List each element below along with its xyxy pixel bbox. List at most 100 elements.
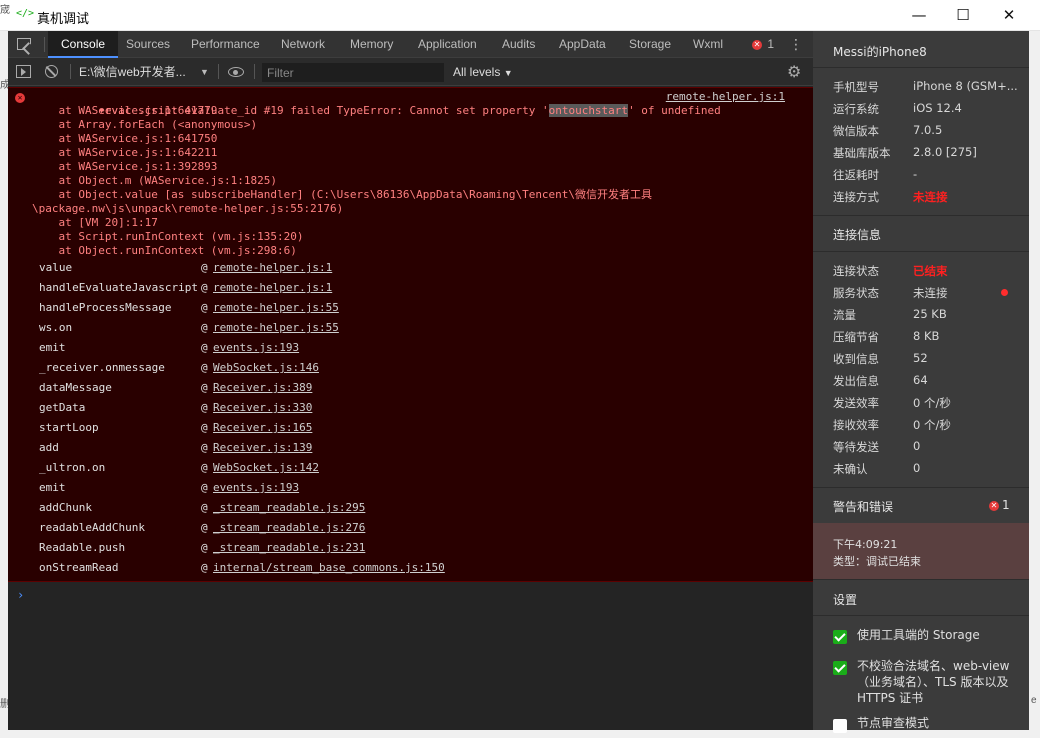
more-options-icon[interactable]: ⋮ bbox=[788, 36, 804, 52]
device-info-value: iOS 12.4 bbox=[913, 101, 962, 115]
device-info-key: 运行系统 bbox=[833, 102, 879, 116]
frame-source-link[interactable]: Receiver.js:330 bbox=[213, 398, 312, 418]
connection-info-value: 0 bbox=[913, 461, 921, 475]
frame-source-link[interactable]: remote-helper.js:55 bbox=[213, 318, 339, 338]
frame-function: _ultron.on bbox=[39, 461, 106, 474]
error-icon: ✕ bbox=[989, 501, 999, 511]
device-info-value: 7.0.5 bbox=[913, 123, 943, 137]
error-message: ✕ ▾eval script evaluate_id #19 failed Ty… bbox=[8, 87, 813, 582]
divider bbox=[813, 251, 1029, 252]
settings-title: 设置 bbox=[833, 593, 858, 607]
frame-source-link[interactable]: events.js:193 bbox=[213, 338, 299, 358]
maximize-button[interactable]: ☐ bbox=[940, 0, 986, 31]
frame-at-symbol: @ bbox=[201, 381, 208, 394]
frame-source-link[interactable]: remote-helper.js:1 bbox=[213, 278, 332, 298]
warnings-errors-title[interactable]: 警告和错误 bbox=[833, 498, 893, 515]
stack-line: at [VM 20]:1:17 bbox=[32, 216, 158, 229]
error-source-link[interactable]: remote-helper.js:1 bbox=[666, 90, 785, 103]
title-bar: </> 真机调试 — ☐ ✕ bbox=[0, 0, 1040, 31]
divider bbox=[218, 64, 219, 79]
background-app-right: e bbox=[1029, 31, 1040, 738]
divider bbox=[813, 67, 1029, 68]
frame-source-link[interactable]: internal/stream_base_commons.js:150 bbox=[213, 558, 445, 578]
frame-source-link[interactable]: remote-helper.js:55 bbox=[213, 298, 339, 318]
frame-at-symbol: @ bbox=[201, 301, 208, 314]
alert-type: 类型：调试已结束 bbox=[833, 555, 921, 568]
error-counter[interactable]: ✕ 1 bbox=[752, 31, 774, 58]
connection-info-key: 连接状态 bbox=[833, 264, 879, 278]
tab-wxml[interactable]: Wxml bbox=[693, 31, 723, 58]
frame-at-symbol: @ bbox=[201, 561, 208, 574]
frame-source-link[interactable]: WebSocket.js:142 bbox=[213, 458, 319, 478]
show-sidebar-icon[interactable] bbox=[16, 65, 31, 78]
console-settings-gear-icon[interactable]: ⚙ bbox=[787, 63, 801, 81]
live-expression-eye-icon[interactable] bbox=[228, 67, 244, 77]
tab-sources[interactable]: Sources bbox=[126, 31, 170, 58]
frame-source-link[interactable]: _stream_readable.js:295 bbox=[213, 498, 365, 518]
connection-info-value: 0 个/秒 bbox=[913, 418, 951, 432]
frame-source-link[interactable]: Receiver.js:165 bbox=[213, 418, 312, 438]
frame-function: add bbox=[39, 441, 59, 454]
device-info-key: 基础库版本 bbox=[833, 146, 891, 160]
tab-application[interactable]: Application bbox=[418, 31, 477, 58]
frame-source-link[interactable]: remote-helper.js:1 bbox=[213, 258, 332, 278]
connection-info-key: 发送效率 bbox=[833, 396, 879, 410]
tab-audits[interactable]: Audits bbox=[502, 31, 535, 58]
frame-function: ws.on bbox=[39, 321, 73, 334]
frame-at-symbol: @ bbox=[201, 541, 208, 554]
connection-info-value: 64 bbox=[913, 373, 928, 387]
tab-console[interactable]: Console bbox=[48, 31, 119, 58]
frame-function: onStreamRead bbox=[39, 561, 119, 574]
frame-source-link[interactable]: _stream_readable.js:231 bbox=[213, 538, 365, 558]
background-text: 宬 bbox=[0, 5, 10, 16]
filter-input[interactable] bbox=[262, 63, 444, 82]
connection-info-value: 8 KB bbox=[913, 329, 940, 343]
device-info-value: 未连接 bbox=[913, 190, 948, 204]
frame-source-link[interactable]: events.js:193 bbox=[213, 478, 299, 498]
background-app-left: 宬 成 删 bbox=[0, 5, 10, 738]
error-count: 1 bbox=[767, 37, 775, 51]
frame-source-link[interactable]: Receiver.js:139 bbox=[213, 438, 312, 458]
error-icon: ✕ bbox=[15, 93, 25, 103]
console-toolbar: E:\微信web开发者... ▼ All levels ▼ ⚙ bbox=[8, 58, 813, 86]
frame-function: emit bbox=[39, 481, 66, 494]
tab-network[interactable]: Network bbox=[281, 31, 325, 58]
inspect-element-icon[interactable] bbox=[17, 38, 31, 50]
stack-line: at WAService.js:1:641779 bbox=[32, 104, 218, 117]
connection-info-value: 0 个/秒 bbox=[913, 396, 951, 410]
tab-storage[interactable]: Storage bbox=[629, 31, 671, 58]
stack-line: at WAService.js:1:641750 bbox=[32, 132, 218, 145]
close-button[interactable]: ✕ bbox=[986, 0, 1032, 31]
alert-item[interactable]: 下午4:09:21 类型：调试已结束 bbox=[813, 523, 1029, 579]
frame-source-link[interactable]: _stream_readable.js:276 bbox=[213, 518, 365, 538]
skip-domain-check-label: 不校验合法域名、web-view（业务域名）、TLS 版本以及 HTTPS 证书 bbox=[857, 659, 1010, 705]
device-info-key: 往返耗时 bbox=[833, 168, 879, 182]
frame-source-link[interactable]: Receiver.js:389 bbox=[213, 378, 312, 398]
frame-at-symbol: @ bbox=[201, 461, 208, 474]
divider bbox=[70, 64, 71, 79]
node-inspect-mode-checkbox[interactable] bbox=[833, 719, 847, 733]
caret-down-icon: ▼ bbox=[503, 68, 513, 78]
clear-console-icon[interactable] bbox=[45, 65, 58, 78]
minimize-button[interactable]: — bbox=[896, 0, 942, 31]
use-tool-storage-checkbox[interactable] bbox=[833, 630, 847, 644]
warnings-count: 1 bbox=[1002, 498, 1010, 512]
divider bbox=[813, 615, 1029, 616]
connection-info-key: 压缩节省 bbox=[833, 330, 879, 344]
connection-info-value: 25 KB bbox=[913, 307, 947, 321]
frame-function: handleProcessMessage bbox=[39, 301, 172, 314]
device-name: Messi的iPhone8 bbox=[833, 45, 927, 59]
frame-at-symbol: @ bbox=[201, 481, 208, 494]
skip-domain-check-checkbox[interactable] bbox=[833, 661, 847, 675]
console-prompt[interactable]: › bbox=[17, 588, 24, 602]
background-app-bottom bbox=[0, 730, 1040, 738]
log-levels-dropdown[interactable]: All levels ▼ bbox=[453, 63, 513, 81]
stack-line: at Object.m (WAService.js:1:1825) bbox=[32, 174, 278, 187]
tab-appdata[interactable]: AppData bbox=[559, 31, 606, 58]
tab-memory[interactable]: Memory bbox=[350, 31, 393, 58]
connection-info-key: 未确认 bbox=[833, 462, 868, 476]
tab-performance[interactable]: Performance bbox=[191, 31, 260, 58]
frame-source-link[interactable]: WebSocket.js:146 bbox=[213, 358, 319, 378]
context-selector[interactable]: E:\微信web开发者... ▼ bbox=[79, 63, 213, 81]
stack-line: at Object.value [as subscribeHandler] (C… bbox=[32, 188, 653, 201]
